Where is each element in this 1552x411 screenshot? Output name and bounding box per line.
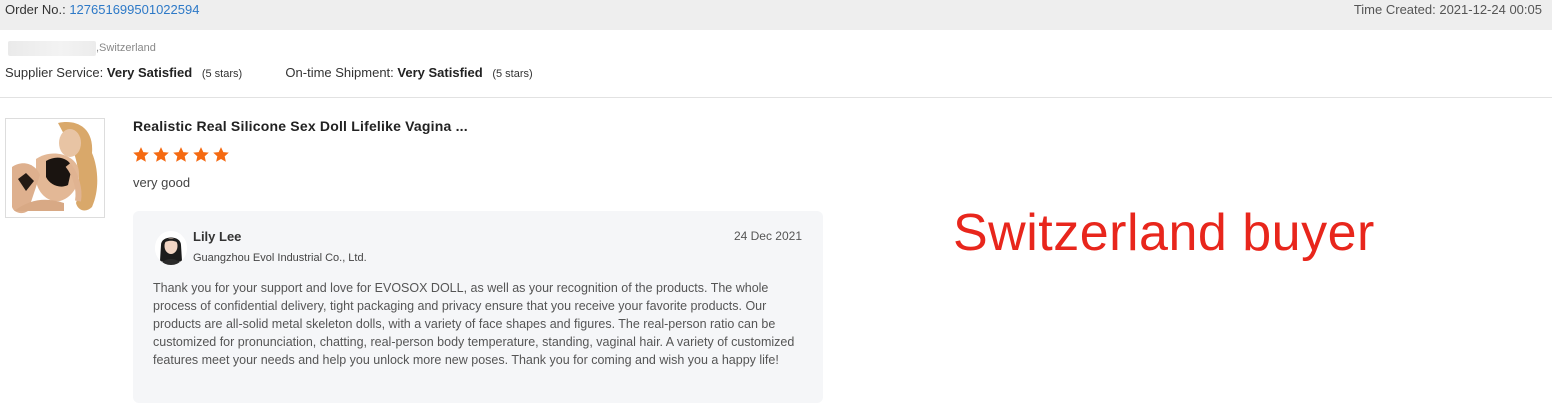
order-header-bar: Order No.: 127651699501022594 Time Creat… [0,0,1552,30]
shipment-label: On-time Shipment: [285,65,394,80]
shipment-value: Very Satisfied [397,65,483,80]
seller-ratings: Supplier Service: Very Satisfied (5 star… [5,64,533,83]
star-icon [173,147,189,162]
review-comment: very good [133,175,191,190]
supplier-service-label: Supplier Service: [5,65,104,80]
seller-reply-card: Lily Lee Guangzhou Evol Industrial Co., … [133,211,823,403]
buyer-info: ,Switzerland [8,40,156,56]
buyer-location: ,Switzerland [96,42,156,54]
star-icon [153,147,169,162]
supplier-service-value: Very Satisfied [106,65,193,80]
time-created-label: Time Created: [1353,2,1436,17]
order-number-field: Order No.: 127651699501022594 [5,0,199,20]
shipment-stars: (5 stars) [492,68,533,80]
order-number-link[interactable]: 127651699501022594 [69,2,199,17]
order-review-page: Order No.: 127651699501022594 Time Creat… [0,0,1552,411]
product-thumbnail[interactable] [5,118,105,218]
product-title[interactable]: Realistic Real Silicone Sex Doll Lifelik… [133,117,468,135]
product-image [6,119,104,217]
reply-message: Thank you for your support and love for … [153,281,795,367]
time-created-value: 2021-12-24 00:05 [1439,2,1542,17]
seller-name: Lily Lee [193,229,242,244]
seller-company: Guangzhou Evol Industrial Co., Ltd. [193,252,367,264]
review-star-rating [132,146,230,164]
overlay-caption: Switzerland buyer [953,204,1375,262]
supplier-service-stars: (5 stars) [201,68,243,80]
star-icon [213,147,229,162]
time-created-field: Time Created: 2021-12-24 00:05 [1354,0,1542,20]
star-icon [133,147,149,162]
order-number-label: Order No.: [5,2,66,17]
reply-date: 24 Dec 2021 [733,229,802,243]
section-divider [0,97,1552,98]
redacted-buyer-name [8,40,96,56]
star-icon [193,147,209,162]
avatar-image [155,231,187,265]
seller-avatar [155,231,187,265]
